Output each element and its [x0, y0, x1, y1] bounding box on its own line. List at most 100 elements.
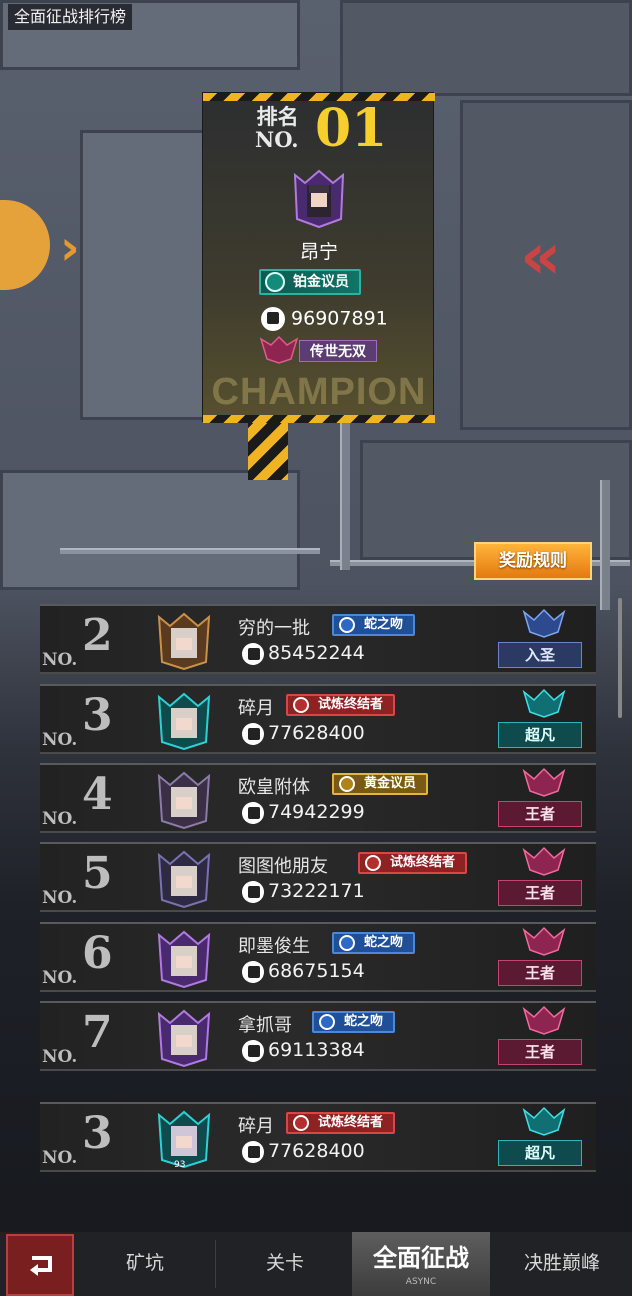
- badge-icon: [293, 1115, 309, 1131]
- tab-final-peak[interactable]: 决胜巅峰: [492, 1232, 632, 1296]
- badge-icon: [319, 1014, 335, 1030]
- scrollbar[interactable]: [618, 598, 622, 718]
- rank-row[interactable]: 7 NO. 拿抓哥 蛇之吻 69113384 王者: [40, 1001, 596, 1071]
- fist-icon: [242, 960, 264, 983]
- title-badge: 试炼终结者: [358, 852, 468, 874]
- rank-label-no: NO.: [255, 127, 299, 152]
- rank-no-label: NO.: [42, 1047, 78, 1067]
- power-value: 77628400: [242, 722, 365, 745]
- tier-badge: 超凡: [498, 1140, 582, 1166]
- title-badge: 蛇之吻: [312, 1011, 396, 1033]
- fist-icon: [242, 1140, 264, 1163]
- player-avatar: [157, 692, 211, 750]
- title-badge-label: 蛇之吻: [364, 935, 404, 950]
- player-name: 拿抓哥: [238, 1015, 292, 1036]
- player-avatar: [157, 612, 211, 670]
- power-number: 77628400: [268, 722, 365, 744]
- rank-number: 3: [82, 690, 113, 741]
- tier-emblem-icon: [522, 767, 566, 797]
- wall-panel: [340, 0, 632, 96]
- title-badge-label: 试炼终结者: [318, 697, 384, 712]
- divider: [215, 1240, 216, 1288]
- fist-icon: [242, 642, 264, 665]
- rank-no-label: NO.: [42, 968, 78, 988]
- rank-number: 2: [82, 610, 113, 661]
- rank-row[interactable]: 2 NO. 穷的一批 蛇之吻 85452244 入圣: [40, 604, 596, 674]
- title-badge: 试炼终结者: [286, 1112, 396, 1134]
- pipe: [600, 480, 610, 610]
- chevron-left-icon: «: [520, 220, 562, 294]
- my-rank-row[interactable]: 3 NO. 93 碎月 试炼终结者 77628400 超凡: [40, 1102, 596, 1172]
- badge-icon: [293, 697, 309, 713]
- honor-seal: 传世无双: [299, 340, 377, 362]
- title-badge-label: 试炼终结者: [390, 855, 456, 870]
- power-number: 85452244: [268, 642, 365, 664]
- player-name: 穷的一批: [238, 618, 310, 639]
- rank-no-label: NO.: [42, 1148, 78, 1168]
- player-avatar: [157, 1009, 211, 1067]
- player-name: 碎月: [238, 698, 274, 719]
- power-value: 68675154: [242, 960, 365, 983]
- tab-sublabel: ASYNC: [405, 1277, 437, 1287]
- tier-emblem-icon: [522, 926, 566, 956]
- rank-row[interactable]: 6 NO. 即墨俊生 蛇之吻 68675154 王者: [40, 922, 596, 992]
- tab-stage[interactable]: 关卡: [220, 1232, 350, 1296]
- avatar-level: 93: [174, 1160, 186, 1170]
- fist-icon: [242, 722, 264, 745]
- power-value: 69113384: [242, 1039, 365, 1062]
- title-badge-label: 黄金议员: [364, 776, 417, 791]
- power-value: 96907891: [261, 307, 388, 331]
- back-arrow-icon: [30, 1256, 52, 1276]
- rank-number: 6: [82, 928, 113, 979]
- back-button[interactable]: [6, 1234, 74, 1296]
- rank-row[interactable]: 5 NO. 图图他朋友 试炼终结者 73222171 王者: [40, 842, 596, 912]
- rank-row[interactable]: 3 NO. 碎月 试炼终结者 77628400 超凡: [40, 684, 596, 754]
- rail: [60, 548, 320, 554]
- rank-no-label: NO.: [42, 888, 78, 908]
- demon-emblem-icon: [259, 335, 299, 364]
- power-number: 69113384: [268, 1039, 365, 1061]
- tab-mine[interactable]: 矿坑: [80, 1232, 210, 1296]
- title-badge: 铂金议员: [259, 269, 361, 295]
- title-badge: 蛇之吻: [332, 614, 416, 636]
- tab-full-campaign[interactable]: 全面征战 ASYNC: [352, 1232, 490, 1296]
- power-value: 74942299: [242, 801, 365, 824]
- power-number: 68675154: [268, 960, 365, 982]
- title-badge-label: 蛇之吻: [344, 1014, 384, 1029]
- tier-badge: 超凡: [498, 722, 582, 748]
- rank-number: 5: [82, 848, 113, 899]
- tab-label: 决胜巅峰: [523, 1252, 600, 1274]
- tab-label: 全面征战: [373, 1244, 469, 1272]
- player-avatar: [157, 850, 211, 908]
- rank-row[interactable]: 4 NO. 欧皇附体 黄金议员 74942299 王者: [40, 763, 596, 833]
- champion-card[interactable]: 排名 NO. 01 昂宁 铂金议员 96907891 传世无双 CHAMPION: [202, 92, 435, 423]
- power-value: 77628400: [242, 1140, 365, 1163]
- title-badge: 黄金议员: [332, 773, 429, 795]
- champion-avatar: [293, 169, 345, 229]
- tier-emblem-icon: [522, 1106, 566, 1136]
- rank-number: 4: [82, 769, 113, 820]
- champion-name: 昂宁: [299, 241, 338, 263]
- fist-icon: [242, 801, 264, 824]
- bottom-nav: 矿坑 关卡 全面征战 ASYNC 决胜巅峰: [0, 1232, 632, 1296]
- power-number: 77628400: [268, 1140, 365, 1162]
- power-value: 73222171: [242, 880, 365, 903]
- rank-no-label: NO.: [42, 809, 78, 829]
- badge-icon: [265, 272, 285, 292]
- rank-number: 7: [82, 1007, 113, 1058]
- title-badge-label: 试炼终结者: [318, 1115, 384, 1130]
- player-avatar: [157, 771, 211, 829]
- title-badge: 试炼终结者: [286, 694, 396, 716]
- rank-number: 3: [82, 1108, 113, 1159]
- rank-no-label: NO.: [42, 730, 78, 750]
- title-badge-label: 蛇之吻: [364, 617, 404, 632]
- player-name: 即墨俊生: [238, 936, 310, 957]
- badge-icon: [365, 855, 381, 871]
- tier-badge: 入圣: [498, 642, 582, 668]
- reward-rules-button[interactable]: 奖励规则: [474, 542, 592, 580]
- rank-no-label: NO.: [42, 650, 78, 670]
- fist-icon: [242, 880, 264, 903]
- badge-icon: [339, 935, 355, 951]
- page-title: 全面征战排行榜: [8, 4, 133, 30]
- tab-label: 关卡: [265, 1252, 304, 1274]
